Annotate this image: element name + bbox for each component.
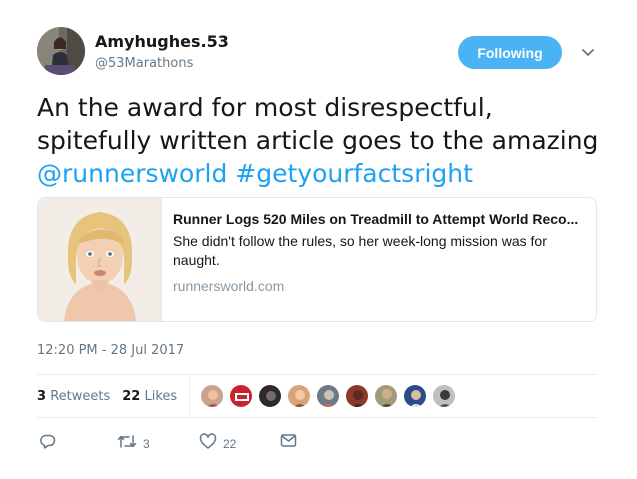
tweet-text: An the award for most disrespectful, spi… — [37, 91, 607, 190]
liker-avatar[interactable] — [316, 384, 341, 408]
following-button[interactable]: Following — [458, 36, 562, 69]
liker-avatar[interactable] — [200, 384, 225, 408]
liker-avatar[interactable] — [258, 384, 283, 408]
card-domain: runnersworld.com — [173, 278, 285, 294]
liker-avatar[interactable] — [374, 384, 399, 408]
card-description: She didn't follow the rules, so her week… — [173, 233, 547, 268]
liker-avatar[interactable] — [345, 384, 370, 408]
liker-avatar[interactable] — [403, 384, 428, 408]
engagement-stats: 3 Retweets 22 Likes — [37, 376, 597, 416]
retweets-count: 3 — [37, 388, 47, 404]
link-card[interactable]: Runner Logs 520 Miles on Treadmill to At… — [37, 197, 597, 322]
like-button[interactable]: 22 — [199, 433, 236, 454]
divider — [37, 417, 597, 418]
hashtag-link[interactable]: #getyourfactsright — [235, 159, 473, 188]
card-body: Runner Logs 520 Miles on Treadmill to At… — [162, 198, 596, 321]
liker-avatars — [200, 384, 461, 408]
tweet-text-body: An the award for most disrespectful, spi… — [37, 93, 599, 155]
user-handle[interactable]: @53Marathons — [95, 56, 193, 71]
stats-separator — [189, 377, 191, 415]
divider — [37, 374, 597, 375]
tweet-timestamp[interactable]: 12:20 PM - 28 Jul 2017 — [37, 343, 184, 358]
liker-avatar[interactable] — [287, 384, 312, 408]
likes-stat[interactable]: 22 Likes — [122, 389, 177, 404]
display-name[interactable]: Amyhughes.53 — [95, 32, 229, 51]
reply-icon — [39, 433, 56, 454]
envelope-icon — [280, 433, 297, 452]
card-title: Runner Logs 520 Miles on Treadmill to At… — [173, 211, 579, 227]
likes-count: 22 — [122, 388, 141, 404]
liker-avatar[interactable] — [229, 384, 254, 408]
reply-button[interactable] — [39, 433, 56, 454]
retweets-label: Retweets — [50, 388, 111, 404]
direct-message-button[interactable] — [280, 433, 297, 452]
card-thumbnail — [38, 198, 162, 321]
chevron-down-icon[interactable] — [578, 43, 598, 63]
retweet-icon — [117, 433, 137, 454]
retweet-action-count: 3 — [143, 436, 150, 451]
like-action-count: 22 — [223, 436, 237, 451]
mention-link[interactable]: @runnersworld — [37, 159, 227, 188]
tweet-header: Amyhughes.53 @53Marathons Following — [37, 27, 607, 79]
likes-label: Likes — [144, 388, 178, 404]
liker-avatar[interactable] — [432, 384, 457, 408]
user-avatar[interactable] — [37, 27, 85, 75]
retweets-stat[interactable]: 3 Retweets — [37, 389, 110, 404]
tweet-actions: 3 22 — [37, 433, 337, 455]
heart-icon — [199, 433, 217, 454]
retweet-button[interactable]: 3 — [117, 433, 150, 454]
